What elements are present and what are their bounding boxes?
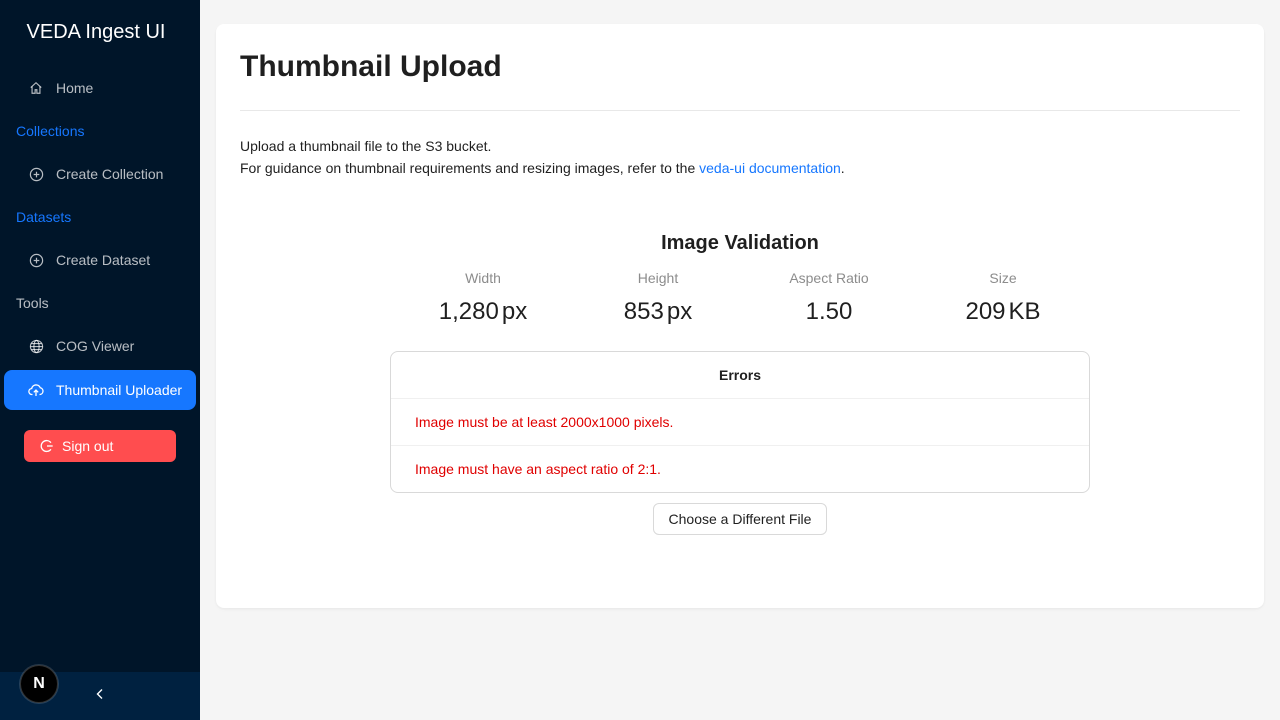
sidebar-item-label: Create Dataset [56, 252, 151, 268]
sidebar-item-label: COG Viewer [56, 338, 135, 354]
stat-value: 1.50 [739, 296, 919, 328]
stat-size: Size 209 KB [913, 268, 1093, 328]
sidebar-item-thumbnail-uploader[interactable]: Thumbnail Uploader [4, 370, 196, 410]
stat-width: Width 1,280 px [393, 268, 573, 328]
sidebar-item-create-dataset[interactable]: Create Dataset [4, 240, 196, 280]
sidebar-item-label: Home [56, 80, 94, 96]
sidebar-item-label: Thumbnail Uploader [56, 382, 183, 398]
globe-icon [28, 338, 44, 354]
stat-unit: px [666, 298, 693, 325]
cloud-upload-icon [28, 382, 44, 398]
sidebar: VEDA Ingest UI Home Collections Create C… [0, 0, 200, 720]
stat-number: 853 [623, 298, 664, 325]
sidebar-group-collections[interactable]: Collections [16, 121, 84, 141]
choose-different-file-button[interactable]: Choose a Different File [653, 503, 827, 535]
intro-text: Upload a thumbnail file to the S3 bucket… [240, 135, 845, 179]
app-title: VEDA Ingest UI [26, 21, 166, 43]
veda-ui-documentation-link[interactable]: veda-ui documentation [699, 160, 841, 176]
sidebar-item-label: Create Collection [56, 166, 164, 182]
stat-value: 853 px [568, 296, 748, 328]
plus-circle-icon [28, 166, 44, 182]
intro-line-2: For guidance on thumbnail requirements a… [240, 157, 845, 179]
stat-value: 1,280 px [393, 296, 573, 328]
sign-out-button[interactable]: Sign out [24, 430, 176, 462]
intro-line-2-suffix: . [840, 160, 845, 176]
stat-number: 1.50 [805, 298, 853, 325]
stat-unit: px [501, 298, 528, 325]
stat-height: Height 853 px [568, 268, 748, 328]
intro-line-1: Upload a thumbnail file to the S3 bucket… [240, 138, 492, 154]
divider [240, 110, 1240, 111]
sidebar-item-create-collection[interactable]: Create Collection [4, 154, 196, 194]
main-card: Thumbnail Upload Upload a thumbnail file… [216, 24, 1264, 608]
plus-circle-icon [28, 252, 44, 268]
sidebar-item-home[interactable]: Home [4, 68, 196, 108]
stat-number: 1,280 [438, 298, 499, 325]
sidebar-group-datasets[interactable]: Datasets [16, 207, 71, 227]
logout-icon [40, 439, 54, 453]
stat-number: 209 [965, 298, 1006, 325]
stat-label: Width [465, 270, 501, 286]
error-item: Image must be at least 2000x1000 pixels. [415, 414, 674, 430]
stat-label: Aspect Ratio [789, 270, 869, 286]
home-icon [28, 80, 44, 96]
sidebar-group-tools: Tools [16, 295, 49, 311]
stat-label: Height [637, 270, 679, 286]
page-title: Thumbnail Upload [240, 50, 502, 83]
error-item: Image must have an aspect ratio of 2:1. [391, 445, 1089, 492]
errors-list: Errors Image must be at least 2000x1000 … [390, 351, 1090, 493]
errors-header: Errors [391, 352, 1089, 399]
chevron-left-icon [94, 687, 106, 705]
stat-label: Size [989, 270, 1017, 286]
stat-value: 209 KB [913, 296, 1093, 328]
sign-out-label: Sign out [62, 438, 114, 454]
image-validation-title: Image Validation [661, 232, 819, 254]
next-dev-badge[interactable]: N [20, 665, 58, 703]
intro-line-2-prefix: For guidance on thumbnail requirements a… [240, 160, 700, 176]
stat-aspect-ratio: Aspect Ratio 1.50 [739, 268, 919, 328]
stat-unit: KB [1008, 298, 1041, 325]
sidebar-item-cog-viewer[interactable]: COG Viewer [4, 326, 196, 366]
